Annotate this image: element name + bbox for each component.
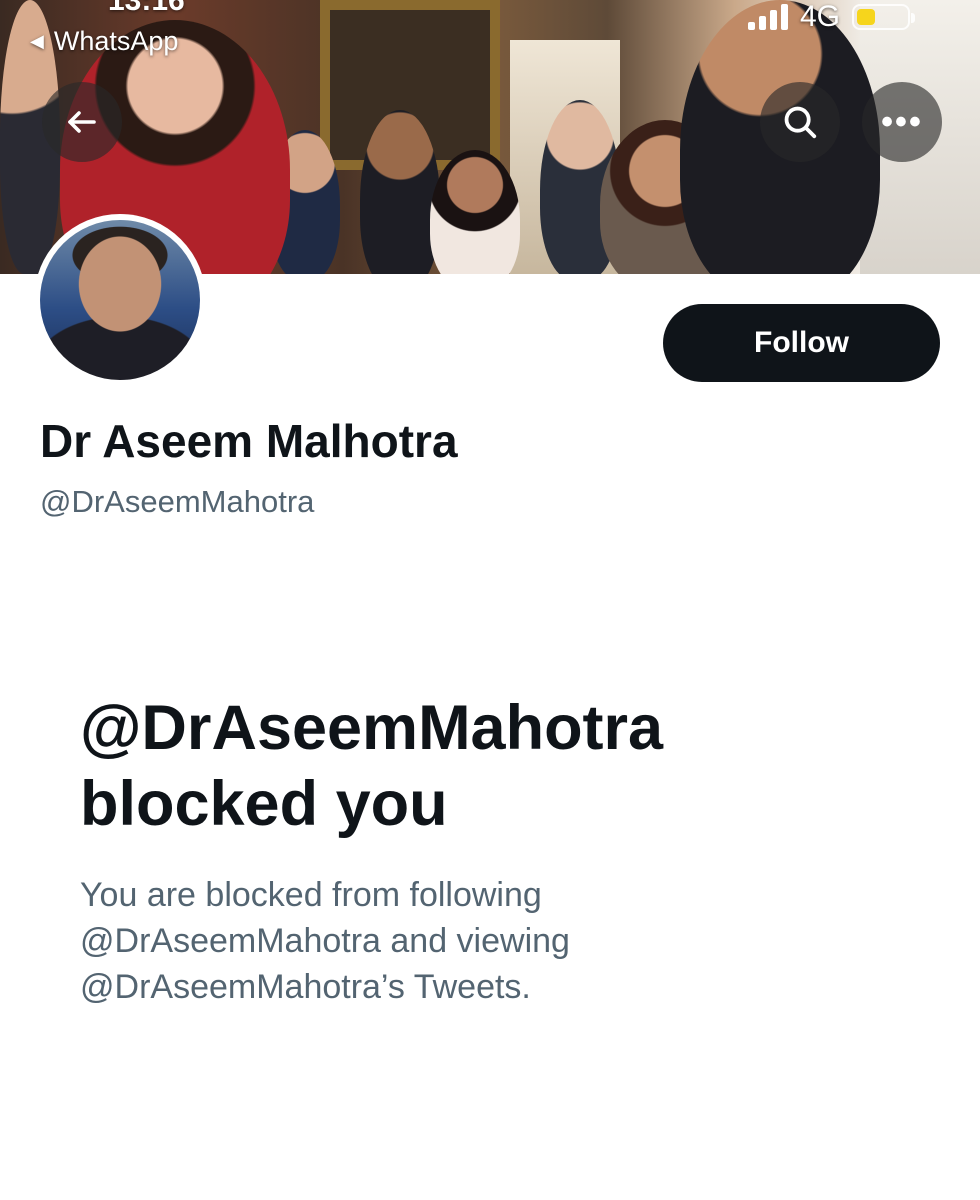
banner-person	[430, 150, 520, 274]
avatar[interactable]	[34, 214, 206, 386]
blocked-description-line: You are blocked from following	[80, 876, 542, 914]
blocked-title-line: @DrAseemMahotra	[80, 693, 664, 763]
blocked-description: You are blocked from following @DrAseemM…	[80, 872, 900, 1010]
profile-display-name: Dr Aseem Malhotra	[40, 415, 458, 467]
more-options-button[interactable]: •••	[862, 82, 942, 162]
back-to-app-link[interactable]: ◀ WhatsApp	[30, 26, 178, 57]
back-button[interactable]	[42, 82, 122, 162]
status-indicators: 4G	[747, 0, 915, 34]
signal-strength-icon	[747, 4, 788, 30]
blocked-description-line: @DrAseemMahotra and viewing	[80, 922, 570, 960]
back-triangle-icon: ◀	[30, 31, 44, 51]
more-horizontal-icon: •••	[881, 103, 923, 141]
search-icon	[784, 106, 817, 139]
network-type: 4G	[799, 0, 840, 33]
blocked-title-line: blocked you	[80, 769, 448, 839]
blocked-description-line: @DrAseemMahotra’s Tweets.	[80, 968, 531, 1006]
search-button[interactable]	[760, 82, 840, 162]
avatar-image	[40, 220, 200, 380]
battery-icon	[852, 4, 915, 30]
back-app-label: WhatsApp	[53, 26, 179, 56]
follow-button[interactable]: Follow	[663, 304, 940, 382]
battery-fill	[857, 9, 876, 25]
arrow-left-icon	[68, 111, 96, 133]
profile-handle: @DrAseemMahotra	[40, 484, 315, 519]
blocked-title: @DrAseemMahotra blocked you	[80, 690, 940, 842]
status-time: 13:16	[108, 0, 185, 17]
